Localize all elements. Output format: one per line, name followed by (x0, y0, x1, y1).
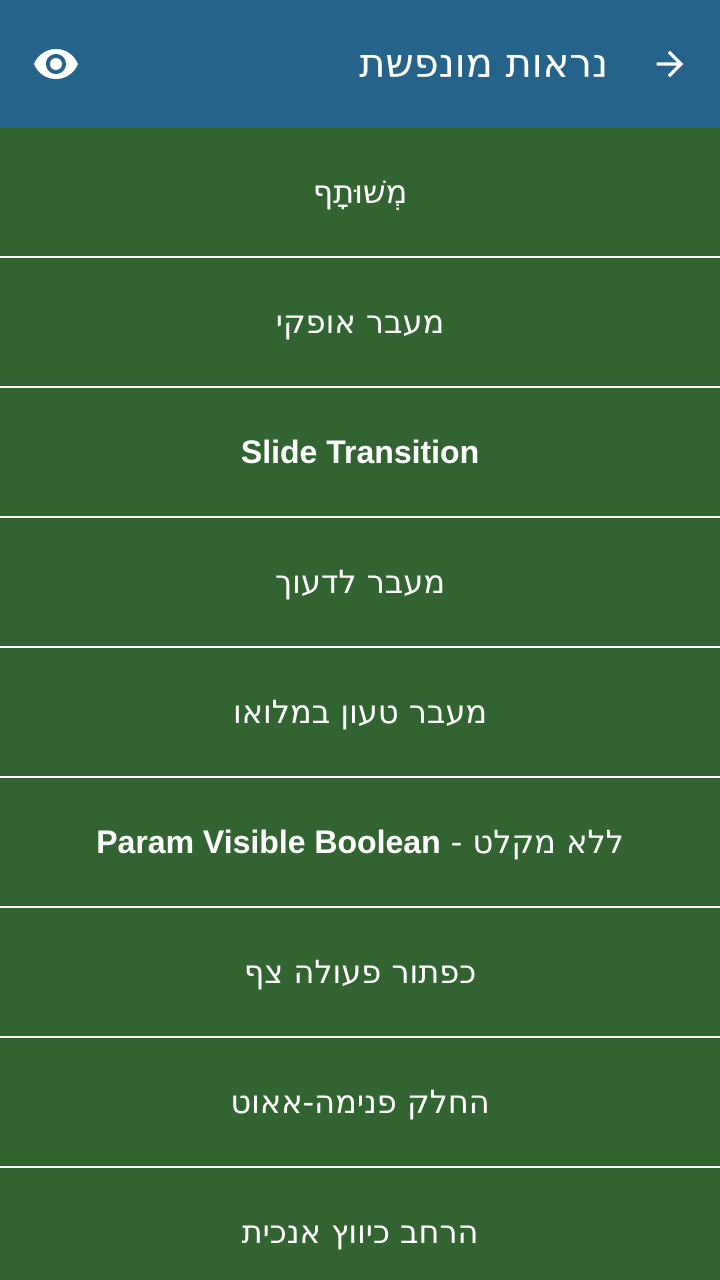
list-item-horizontal-transition[interactable]: מעבר אופקי (0, 258, 720, 388)
list-item-fully-loaded-transition[interactable]: מעבר טעון במלואו (0, 648, 720, 778)
eye-icon (34, 49, 78, 79)
page-title: נראות מונפשת (359, 41, 608, 87)
visibility-toggle-button[interactable] (24, 34, 88, 94)
list-item-label: מעבר אופקי (275, 303, 445, 341)
list-item-label: הרחב כיווץ אנכית (241, 1213, 479, 1251)
list-item-slide-in-out[interactable]: החלק פנימה-אאוט (0, 1038, 720, 1168)
list-item-label: מעבר לדעוך (274, 563, 446, 601)
list-item-shared[interactable]: מְשׁוּתָף (0, 128, 720, 258)
list-item-label: החלק פנימה-אאוט (230, 1083, 490, 1121)
list-item-slide-transition[interactable]: Slide Transition (0, 388, 720, 518)
list-item-fade-transition[interactable]: מעבר לדעוך (0, 518, 720, 648)
list-item-label-latin: Param Visible Boolean (96, 823, 441, 860)
list-item-label: Slide Transition (240, 433, 480, 470)
list-item-label: מְשׁוּתָף (312, 173, 408, 211)
list-item-label: כפתור פעולה צף (243, 953, 477, 991)
list-item-label-hebrew: ללא מקלט (472, 823, 624, 861)
app-root: נראות מונפשת מְשׁוּתָף מעבר אופקי Slide … (0, 0, 720, 1280)
list-item-floating-action-button[interactable]: כפתור פעולה צף (0, 908, 720, 1038)
back-button[interactable] (640, 34, 700, 94)
list-item-label: מעבר טעון במלואו (232, 693, 488, 731)
animation-list: מְשׁוּתָף מעבר אופקי Slide Transition מע… (0, 128, 720, 1280)
list-item-param-visible-boolean[interactable]: ללא מקלט - Param Visible Boolean (0, 778, 720, 908)
list-item-expand-collapse-vertical[interactable]: הרחב כיווץ אנכית (0, 1168, 720, 1280)
arrow-right-icon (656, 50, 684, 78)
app-bar: נראות מונפשת (0, 0, 720, 128)
